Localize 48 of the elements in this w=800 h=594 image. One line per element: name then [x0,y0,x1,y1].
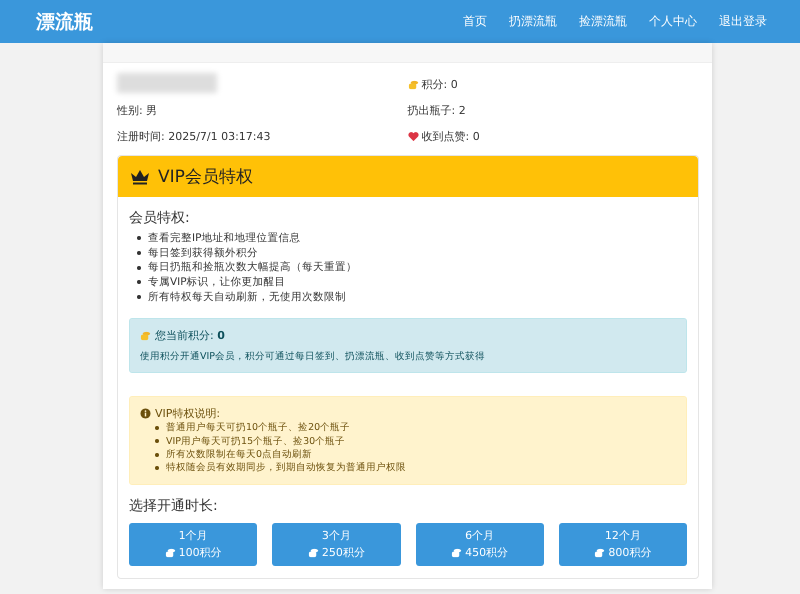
notice-title: VIP特权说明: [155,406,220,422]
bullet-icon [155,466,159,470]
nav-link[interactable]: 扔漂流瓶 [509,13,557,30]
nav-link[interactable]: 首页 [463,13,487,30]
bullet-icon [137,236,141,240]
notice-item: 所有次数限制在每天0点自动刷新 [166,448,312,462]
plan-button[interactable]: 12个月 800积分 [558,522,687,566]
notice-item: 普通用户每天可扔10个瓶子、捡20个瓶子 [166,421,350,435]
profile-field: 性别: 男 [117,102,158,118]
profile-stat: 积分: 0 [422,76,458,92]
benefit-item: 专属VIP标识，让你更加醒目 [148,275,286,290]
brand-logo[interactable]: 漂流瓶 [36,8,93,34]
profile-field: 注册时间: 2025/7/1 03:17:43 [117,128,271,144]
plan-button[interactable]: 3个月 250积分 [272,522,400,566]
benefits-heading: 会员特权: [129,209,191,227]
benefit-item: 每日签到获得额外积分 [148,246,258,260]
bullet-icon [137,295,141,300]
benefit-item: 每日扔瓶和捡瓶次数大幅提高（每天重置） [148,260,357,276]
coins-icon [408,78,418,90]
plan-button[interactable]: 1个月 100积分 [129,522,258,566]
coins-icon [140,330,151,342]
heart-icon [408,130,418,142]
coins-icon [164,547,176,558]
nav-link[interactable]: 退出登录 [719,13,767,30]
notice-item: 特权随会员有效期同步，到期自动恢复为普通用户权限 [166,461,406,475]
bullet-icon [137,266,141,270]
coins-icon [308,547,319,558]
bullet-icon [155,452,159,457]
benefit-item: 查看完整IP地址和地理位置信息 [148,231,300,246]
bullet-icon [137,251,141,256]
coins-icon [451,547,462,558]
plan-button[interactable]: 6个月 450积分 [416,522,544,566]
plans-heading: 选择开通时长: [129,496,219,515]
bullet-icon [155,439,159,444]
nav-link[interactable]: 个人中心 [649,13,697,30]
points-label: 您当前积分: 0 [155,328,225,344]
benefit-item: 所有特权每天自动刷新，无使用次数限制 [148,290,346,304]
nav-link[interactable]: 捡漂流瓶 [579,13,627,30]
info-icon [140,408,151,420]
vip-title: VIP会员特权 [158,166,253,188]
bullet-icon [137,280,141,284]
bullet-icon [155,426,159,430]
notice-item: VIP用户每天可扔15个瓶子、捡30个瓶子 [166,434,346,448]
profile-stat: 扔出瓶子: 2 [408,102,466,118]
crown-icon [130,168,150,184]
coins-icon [594,547,606,558]
profile-stat: 收到点赞: 0 [422,128,480,144]
points-note: 使用积分开通VIP会员，积分可通过每日签到、扔漂流瓶、收到点赞等方式获得 [140,350,486,364]
